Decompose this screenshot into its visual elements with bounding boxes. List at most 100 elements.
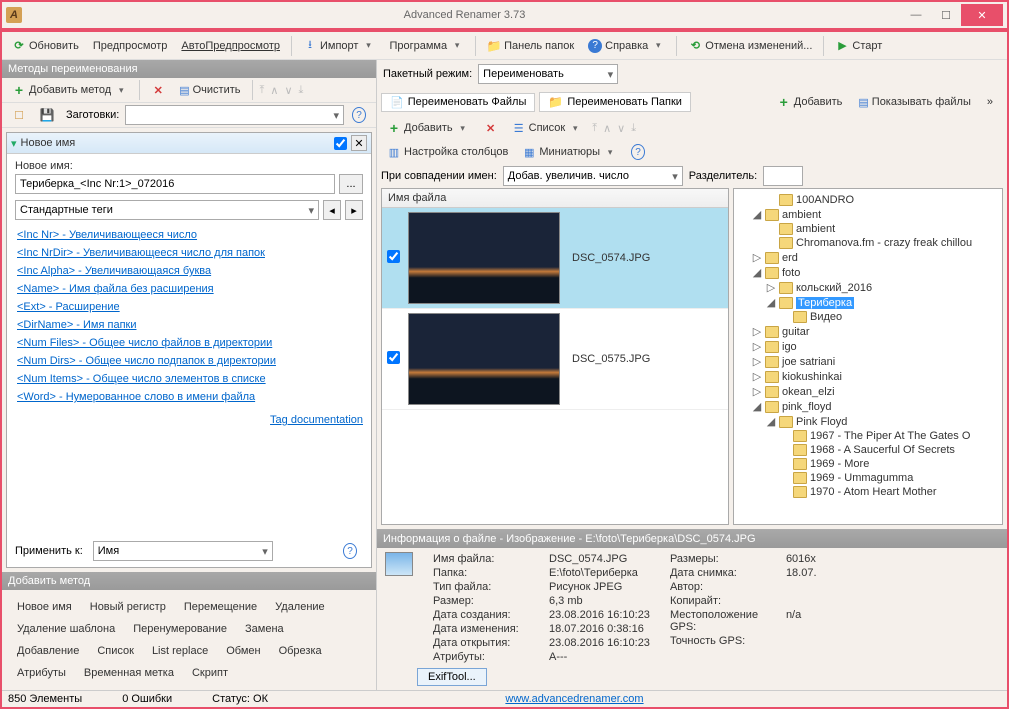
minimize-button[interactable]: — <box>901 4 931 26</box>
website-link[interactable]: www.advancedrenamer.com <box>505 693 643 705</box>
add-method-link[interactable]: Перемещение <box>177 598 264 616</box>
tree-node[interactable]: Видео <box>738 310 998 324</box>
move-top-icon[interactable]: ⤒ <box>590 122 599 135</box>
method-enabled-checkbox[interactable] <box>334 137 347 150</box>
add-method-link[interactable]: Перенумерование <box>126 620 234 638</box>
tree-node[interactable]: ▷guitar <box>738 324 998 339</box>
undo-button[interactable]: Отмена изменений... <box>682 36 818 56</box>
batch-mode-combo[interactable]: Переименовать▾ <box>478 64 618 84</box>
separator-input[interactable] <box>763 166 803 186</box>
tag-doc-link[interactable]: Tag documentation <box>270 414 363 426</box>
tag-link[interactable]: <Inc NrDir> - Увеличивающееся число для … <box>15 244 363 262</box>
folder-panel-button[interactable]: Панель папок <box>481 36 580 56</box>
tree-toggle-icon[interactable]: ◢ <box>766 415 776 428</box>
tree-more-button[interactable]: » <box>981 92 999 112</box>
collision-combo[interactable]: Добав. увеличив. число▾ <box>503 166 683 186</box>
tree-node[interactable]: ▷erd <box>738 250 998 265</box>
add-method-button[interactable]: Добавить метод <box>6 80 134 100</box>
tree-toggle-icon[interactable]: ▷ <box>766 281 776 294</box>
tag-link[interactable]: <Inc Nr> - Увеличивающееся число <box>15 226 363 244</box>
help-menu[interactable]: Справка <box>582 36 671 56</box>
method-close-button[interactable]: ✕ <box>351 135 367 151</box>
move-bottom-icon[interactable]: ⤓ <box>629 122 638 135</box>
method-help-button[interactable] <box>337 541 363 561</box>
move-up-icon[interactable]: ∧ <box>268 84 280 97</box>
add-method-link[interactable]: List replace <box>145 642 215 660</box>
tag-next-button[interactable]: ▸ <box>345 200 363 220</box>
tree-node[interactable]: ◢Териберка <box>738 295 998 310</box>
add-method-link[interactable]: Обрезка <box>272 642 329 660</box>
delete-method-button[interactable] <box>145 80 171 100</box>
file-help-button[interactable] <box>625 142 651 162</box>
tree-node[interactable]: ▷kiokushinkai <box>738 369 998 384</box>
applyto-combo[interactable]: Имя▾ <box>93 541 273 561</box>
add-method-link[interactable]: Удаление шаблона <box>10 620 122 638</box>
preview-button[interactable]: Предпросмотр <box>87 37 174 55</box>
add-method-link[interactable]: Замена <box>238 620 291 638</box>
tag-link[interactable]: <DirName> - Имя папки <box>15 316 363 334</box>
tree-toggle-icon[interactable]: ▷ <box>752 325 762 338</box>
file-list-button[interactable]: Список <box>506 118 589 138</box>
tags-combo[interactable]: Стандартные теги▾ <box>15 200 319 220</box>
open-preset-button[interactable] <box>6 105 32 125</box>
tree-node[interactable]: ▷igo <box>738 339 998 354</box>
import-button[interactable]: Импорт <box>297 36 381 56</box>
preset-help-button[interactable] <box>346 105 372 125</box>
tree-node[interactable]: ◢pink_floyd <box>738 399 998 414</box>
tag-link[interactable]: <Ext> - Расширение <box>15 298 363 316</box>
add-method-link[interactable]: Атрибуты <box>10 664 73 682</box>
tag-link[interactable]: <Num Dirs> - Общее число подпапок в дире… <box>15 352 363 370</box>
tab-rename-files[interactable]: 📄Переименовать Файлы <box>381 93 535 112</box>
browse-tags-button[interactable]: ... <box>339 174 363 194</box>
columns-button[interactable]: Настройка столбцов <box>381 142 514 162</box>
clear-methods-button[interactable]: ▤Очистить <box>173 81 246 100</box>
thumbs-button[interactable]: Миниатюры <box>516 142 623 162</box>
add-method-link[interactable]: Новое имя <box>10 598 79 616</box>
file-grid-header[interactable]: Имя файла <box>382 189 728 208</box>
tag-link[interactable]: <Word> - Нумерованное слово в имени файл… <box>15 388 363 406</box>
tree-toggle-icon[interactable]: ◢ <box>752 208 762 221</box>
start-button[interactable]: Старт <box>829 36 888 56</box>
newname-input[interactable] <box>15 174 335 194</box>
collapse-icon[interactable]: ▾ <box>11 137 17 150</box>
tree-toggle-icon[interactable]: ▷ <box>752 340 762 353</box>
file-row[interactable]: DSC_0575.JPG <box>382 309 728 410</box>
file-delete-button[interactable] <box>478 118 504 138</box>
tree-node[interactable]: 1968 - A Saucerful Of Secrets <box>738 443 998 457</box>
tree-node[interactable]: 1969 - More <box>738 457 998 471</box>
tree-add-button[interactable]: Добавить <box>771 92 849 112</box>
maximize-button[interactable]: ☐ <box>931 4 961 26</box>
tree-toggle-icon[interactable]: ▷ <box>752 251 762 264</box>
move-up-icon[interactable]: ∧ <box>601 122 613 135</box>
tag-link[interactable]: <Name> - Имя файла без расширения <box>15 280 363 298</box>
tree-node[interactable]: ambient <box>738 222 998 236</box>
tree-node[interactable]: Chromanova.fm - crazy freak chillou <box>738 236 998 250</box>
move-down-icon[interactable]: ∨ <box>615 122 627 135</box>
tag-link[interactable]: <Num Items> - Общее число элементов в сп… <box>15 370 363 388</box>
tree-node[interactable]: 1967 - The Piper At The Gates O <box>738 429 998 443</box>
tree-toggle-icon[interactable]: ◢ <box>752 266 762 279</box>
add-method-link[interactable]: Список <box>90 642 141 660</box>
tree-toggle-icon[interactable]: ▷ <box>752 385 762 398</box>
tree-node[interactable]: 100ANDRO <box>738 193 998 207</box>
tree-node[interactable]: ▷кольский_2016 <box>738 280 998 295</box>
tag-prev-button[interactable]: ◂ <box>323 200 341 220</box>
add-method-link[interactable]: Скрипт <box>185 664 235 682</box>
tree-node[interactable]: ◢Pink Floyd <box>738 414 998 429</box>
file-add-button[interactable]: Добавить <box>381 118 476 138</box>
move-top-icon[interactable]: ⤒ <box>258 84 267 97</box>
program-menu[interactable]: Программа <box>383 36 470 56</box>
autopreview-toggle[interactable]: АвтоПредпросмотр <box>175 37 286 55</box>
file-checkbox[interactable] <box>387 250 400 263</box>
move-bottom-icon[interactable]: ⤓ <box>297 84 306 97</box>
refresh-button[interactable]: Обновить <box>6 36 85 56</box>
tree-node[interactable]: ▷okean_elzi <box>738 384 998 399</box>
tree-node[interactable]: ▷joe satriani <box>738 354 998 369</box>
tag-link[interactable]: <Inc Alpha> - Увеличивающаяся буква <box>15 262 363 280</box>
tree-toggle-icon[interactable]: ▷ <box>752 370 762 383</box>
tree-toggle-icon[interactable]: ◢ <box>766 296 776 309</box>
exiftool-button[interactable]: ExifTool... <box>417 668 487 686</box>
move-down-icon[interactable]: ∨ <box>282 84 294 97</box>
file-row[interactable]: DSC_0574.JPG <box>382 208 728 309</box>
tree-node[interactable]: ◢ambient <box>738 207 998 222</box>
